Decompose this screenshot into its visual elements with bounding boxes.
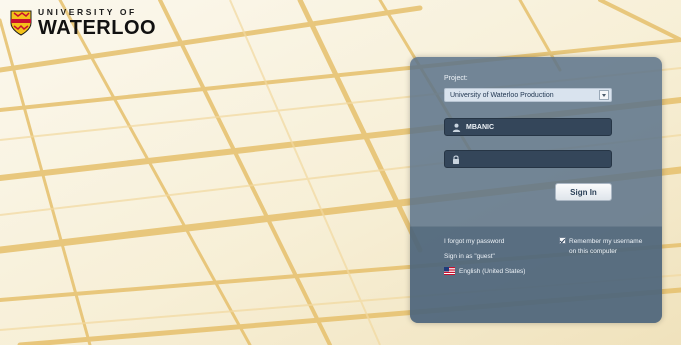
remember-username-checkbox[interactable]	[559, 237, 566, 244]
login-panel: Project: University of Waterloo Producti…	[410, 57, 662, 323]
username-value: MBANIC	[466, 123, 494, 131]
logo-text-university-of: UNIVERSITY OF	[38, 7, 137, 17]
project-select[interactable]: University of Waterloo Production	[444, 88, 612, 102]
project-select-value: University of Waterloo Production	[450, 91, 554, 99]
password-field[interactable]	[444, 150, 612, 168]
user-icon	[449, 120, 463, 134]
language-selector[interactable]: English (United States)	[459, 268, 525, 275]
sign-in-as-guest-link[interactable]: Sign in as "guest"	[444, 253, 495, 260]
logo-text-waterloo: WATERLOO	[38, 16, 157, 39]
lock-icon	[449, 152, 463, 166]
us-flag-icon	[444, 267, 455, 275]
remember-username-label[interactable]: Remember my username	[569, 238, 642, 245]
chevron-down-icon[interactable]	[599, 90, 609, 100]
project-label: Project:	[444, 75, 468, 82]
forgot-password-link[interactable]: I forgot my password	[444, 238, 504, 245]
username-field[interactable]: MBANIC	[444, 118, 612, 136]
crest-icon	[10, 10, 32, 36]
sign-in-button[interactable]: Sign In	[555, 183, 612, 201]
remember-username-label-line2: on this computer	[569, 248, 618, 255]
university-logo[interactable]: UNIVERSITY OF WATERLOO	[10, 8, 156, 38]
